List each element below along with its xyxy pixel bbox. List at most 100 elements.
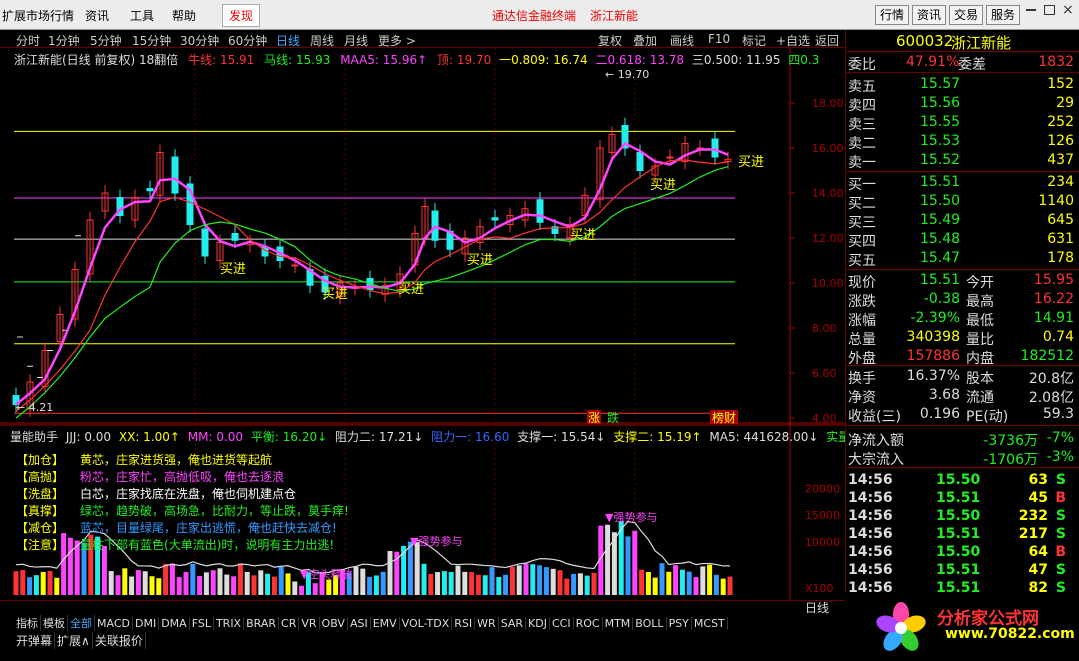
indicator-tab[interactable]: CR	[279, 617, 300, 630]
tick-row[interactable]: 14:56 15.51 47 S	[848, 562, 1078, 581]
indicator-tab[interactable]: ASI	[348, 617, 371, 630]
vol-support1: 支撑一: 15.54↓	[517, 430, 606, 444]
stat-row: 涨跌 -0.38 最高 16.22	[848, 291, 1078, 310]
tick-price: 15.51	[936, 490, 981, 506]
bid-row[interactable]: 买二 15.50 1140	[848, 193, 1078, 212]
indicator-tab[interactable]: BOLL	[633, 617, 667, 630]
volume-bar	[326, 579, 332, 595]
market-button[interactable]: 行情	[875, 5, 910, 25]
period-day[interactable]: 日线	[276, 32, 300, 49]
indicator-tab[interactable]: 指标	[14, 615, 41, 631]
volume-bar	[353, 566, 359, 595]
stat-label: 涨跌	[848, 294, 876, 310]
bid-row[interactable]: 买三 15.49 645	[848, 212, 1078, 231]
period-month[interactable]: 月线	[344, 32, 368, 49]
period-15m[interactable]: 15分钟	[132, 32, 171, 49]
indicator-tab[interactable]: MTM	[603, 617, 634, 630]
indicator-tab[interactable]: MCST	[692, 617, 728, 630]
tick-row[interactable]: 14:56 15.51 45 B	[848, 490, 1078, 509]
tick-time: 14:56	[848, 526, 893, 542]
stat-label: 换手	[848, 371, 876, 387]
indicator-tab[interactable]: PSY	[667, 617, 692, 630]
period-30m[interactable]: 30分钟	[180, 32, 219, 49]
ask-row[interactable]: 卖二 15.53 126	[848, 133, 1078, 152]
indicator-tab[interactable]: BRAR	[244, 617, 280, 630]
legend-row: 【减仓】 蓝芯，目量绿尾，庄家出逃慌，俺也赶快去减仓!	[16, 520, 349, 537]
tick-time: 14:56	[848, 544, 893, 560]
indicator-tab[interactable]: KDJ	[526, 617, 550, 630]
fundamental-row: 换手 16.37% 股本 20.8亿	[848, 368, 1078, 387]
indicator-tab[interactable]: DMA	[159, 617, 190, 630]
fib-1: 一0.809: 16.74	[499, 53, 588, 67]
f10-button[interactable]: F10	[708, 32, 730, 46]
indicator-tab[interactable]: DMI	[133, 617, 160, 630]
volume-bar	[605, 524, 611, 595]
indicator-tab[interactable]: RSI	[452, 617, 476, 630]
menu-extended-market[interactable]: 扩展市场行情	[2, 7, 74, 24]
volume-bar	[645, 572, 651, 595]
indicator-tab[interactable]: EMV	[371, 617, 400, 630]
stat-label: 最低	[966, 313, 994, 329]
close-icon[interactable]: ×	[1062, 2, 1074, 18]
service-button[interactable]: 服务	[986, 5, 1021, 25]
bid-row[interactable]: 买五 15.47 178	[848, 250, 1078, 269]
extra-tab[interactable]: 关联报价	[93, 632, 146, 649]
candle-body	[291, 264, 299, 267]
tick-row[interactable]: 14:56 15.50 64 B	[848, 544, 1078, 563]
extra-tab[interactable]: 扩展∧	[55, 632, 93, 649]
indicator-tab[interactable]: WR	[475, 617, 499, 630]
indicator-tab[interactable]: 全部	[68, 615, 95, 631]
tick-row[interactable]: 14:56 15.51 217 S	[848, 526, 1078, 545]
menu-help[interactable]: 帮助	[172, 7, 196, 24]
indicator-tab[interactable]: CCI	[550, 617, 574, 630]
vol-support2: 支撑二: 15.19↑	[613, 430, 702, 444]
candle-body	[711, 138, 719, 158]
peak-label: ← 19.70	[605, 68, 649, 81]
menu-discover[interactable]: 发现	[222, 4, 261, 27]
period-week[interactable]: 周线	[310, 32, 334, 49]
indicator-tab[interactable]: ROC	[574, 617, 603, 630]
tick-row[interactable]: 14:56 15.50 63 S	[848, 472, 1078, 491]
book-volume: 234	[1047, 174, 1074, 190]
period-more[interactable]: 更多 >	[378, 32, 416, 49]
indicator-tab[interactable]: OBV	[320, 617, 348, 630]
indicator-tab[interactable]: FSL	[190, 617, 214, 630]
indicator-tab[interactable]: VR	[299, 617, 320, 630]
draw-button[interactable]: 画线	[670, 32, 694, 49]
ask-row[interactable]: 卖四 15.56 29	[848, 95, 1078, 114]
volume-bar	[584, 575, 590, 595]
period-5m[interactable]: 5分钟	[90, 32, 122, 49]
mark-button[interactable]: 标记	[742, 32, 766, 49]
vol-resist1: 阻力一: 16.60	[431, 430, 510, 444]
indicator-tab[interactable]: VOL-TDX	[400, 617, 453, 630]
bid-row[interactable]: 买一 15.51 234	[848, 174, 1078, 193]
extra-tab[interactable]: 开弹幕	[14, 632, 56, 649]
period-intraday[interactable]: 分时	[16, 32, 40, 49]
minimize-icon[interactable]	[1026, 9, 1036, 11]
overlay-button[interactable]: 叠加	[633, 32, 657, 49]
add-watch-button[interactable]: +自选	[776, 32, 810, 49]
ask-row[interactable]: 卖一 15.52 437	[848, 152, 1078, 171]
stat-label: 涨幅	[848, 313, 876, 329]
ask-row[interactable]: 卖五 15.57 152	[848, 76, 1078, 95]
tick-side: S	[1055, 526, 1066, 542]
adjust-button[interactable]: 复权	[598, 32, 622, 49]
trade-button[interactable]: 交易	[949, 5, 984, 25]
ask-row[interactable]: 卖三 15.55 252	[848, 114, 1078, 133]
maximize-icon[interactable]	[1044, 5, 1055, 15]
tick-list[interactable]: 14:56 15.50 63 S 14:56 15.51 45 B 14:56 15.50 232 S…	[846, 470, 1079, 600]
period-60m[interactable]: 60分钟	[228, 32, 267, 49]
period-1m[interactable]: 1分钟	[48, 32, 80, 49]
volume-bar	[591, 572, 597, 595]
news-button[interactable]: 资讯	[912, 5, 947, 25]
menu-news[interactable]: 资讯	[85, 7, 109, 24]
menu-tools[interactable]: 工具	[130, 7, 154, 24]
bid-row[interactable]: 买四 15.48 631	[848, 231, 1078, 250]
indicator-tab[interactable]: SAR	[499, 617, 527, 630]
indicator-tab[interactable]: MACD	[95, 617, 133, 630]
maa5-value: MAA5: 15.96↑	[340, 53, 428, 67]
back-button[interactable]: 返回	[815, 32, 839, 49]
indicator-tab[interactable]: 模板	[41, 615, 68, 631]
tick-row[interactable]: 14:56 15.50 232 S	[848, 508, 1078, 527]
indicator-tab[interactable]: TRIX	[214, 617, 245, 630]
